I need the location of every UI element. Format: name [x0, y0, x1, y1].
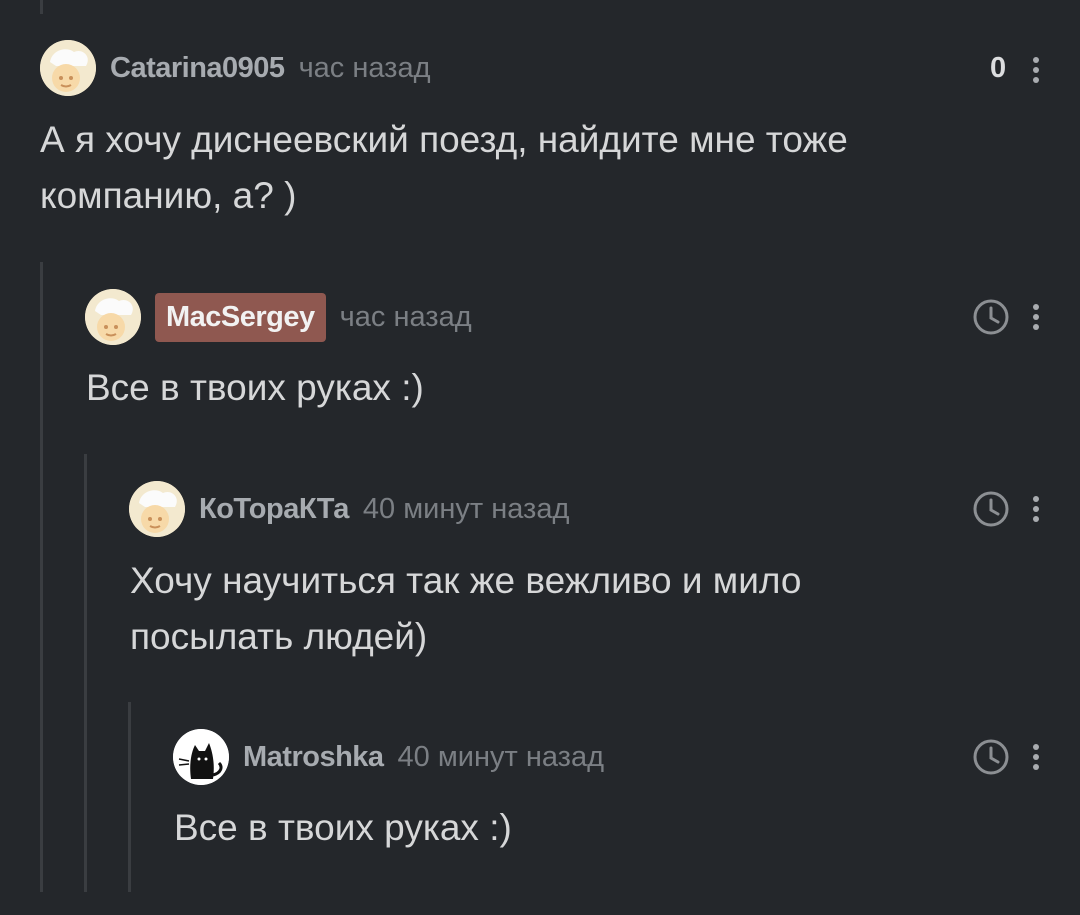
more-menu-icon[interactable] [1032, 744, 1040, 770]
author-name[interactable]: MacSergey [155, 292, 326, 342]
more-menu-icon[interactable] [1032, 57, 1040, 83]
thread-line-level-3 [128, 702, 131, 892]
comment-text: Хочу научиться так же вежливо и мило пос… [130, 560, 802, 657]
thread-line-level-2 [84, 454, 87, 892]
avatar-chef-icon [40, 40, 96, 96]
avatar-chef-icon [129, 481, 185, 537]
author-name[interactable]: Catarina0905 [110, 52, 285, 85]
author-name[interactable]: КоТораКТа [199, 493, 349, 526]
comment-text: Все в твоих руках :) [86, 367, 424, 408]
thread-line-level-1 [40, 262, 43, 892]
avatar-chef-icon [85, 289, 141, 345]
comment-time[interactable]: 40 минут назад [363, 493, 569, 526]
comment-text: А я хочу диснеевский поезд, найдите мне … [40, 119, 848, 216]
avatar[interactable] [40, 40, 96, 96]
more-menu-icon[interactable] [1032, 304, 1040, 330]
comment-time[interactable]: час назад [299, 52, 431, 85]
clock-icon[interactable] [972, 490, 1010, 528]
comment-header: КоТораКТа 40 минут назад [129, 481, 569, 537]
thread-line-top [40, 0, 43, 14]
comment-text: Все в твоих руках :) [174, 807, 512, 848]
avatar[interactable] [129, 481, 185, 537]
comment-header: MacSergey час назад [85, 289, 472, 345]
comment-score: 0 [990, 52, 1007, 84]
comment-time[interactable]: час назад [340, 301, 472, 334]
avatar-cat-icon [173, 729, 229, 785]
clock-icon[interactable] [972, 298, 1010, 336]
avatar[interactable] [85, 289, 141, 345]
comment-header: Catarina0905 час назад [40, 40, 431, 96]
comment-header: Matroshka 40 минут назад [173, 729, 604, 785]
avatar[interactable] [173, 729, 229, 785]
more-menu-icon[interactable] [1032, 496, 1040, 522]
author-name[interactable]: Matroshka [243, 741, 384, 774]
comment-time[interactable]: 40 минут назад [398, 741, 604, 774]
clock-icon[interactable] [972, 738, 1010, 776]
